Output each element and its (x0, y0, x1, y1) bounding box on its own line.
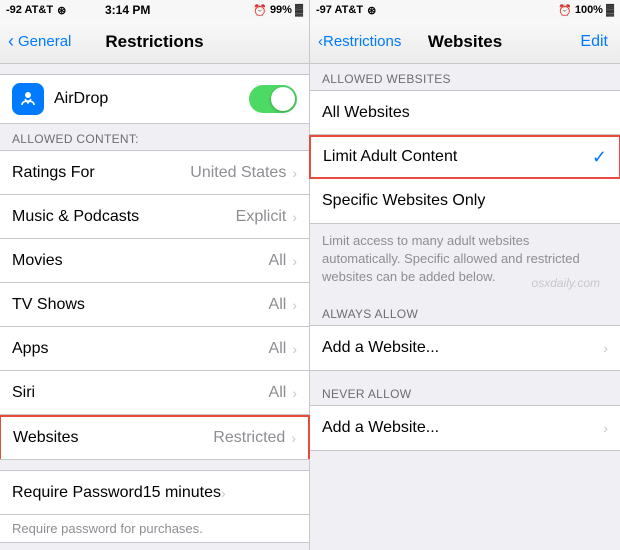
carrier-left: -92 AT&T (6, 4, 53, 16)
alarm-icon-right: ⏰ (558, 4, 572, 17)
apps-value: All (269, 340, 287, 358)
require-password-chevron: › (221, 485, 226, 501)
websites-value: Restricted (213, 429, 285, 447)
specific-websites-label: Specific Websites Only (322, 192, 608, 210)
time-left: 3:14 PM (105, 3, 150, 17)
tv-shows-row[interactable]: TV Shows All › (0, 283, 309, 327)
limit-adult-content-row[interactable]: Limit Adult Content ✓ (309, 135, 620, 179)
movies-chevron: › (292, 253, 297, 269)
allowed-content-header: ALLOWED CONTENT: (0, 124, 309, 150)
require-password-section: Require Password 15 minutes › Require pa… (0, 470, 309, 543)
content-settings-group: Ratings For United States › Music & Podc… (0, 150, 309, 460)
always-allow-group: Add a Website... › (310, 325, 620, 371)
music-podcasts-row[interactable]: Music & Podcasts Explicit › (0, 195, 309, 239)
never-allow-header: NEVER ALLOW (310, 379, 620, 405)
airdrop-row[interactable]: AirDrop (0, 74, 309, 124)
tv-shows-chevron: › (292, 297, 297, 313)
require-password-subtext: Require password for purchases. (0, 515, 309, 542)
right-status-left: ⏰ 99% ▓ (253, 4, 303, 17)
all-websites-row[interactable]: All Websites (310, 91, 620, 135)
right-panel: -97 AT&T ⊛ 11:39 AM ⏰ 100% ▓ ‹ Restricti… (310, 0, 620, 550)
edit-button[interactable]: Edit (580, 33, 608, 51)
apps-label: Apps (12, 340, 269, 358)
ratings-for-value: United States (190, 164, 286, 182)
back-button-left[interactable]: ‹ General (8, 31, 71, 52)
always-allow-add-label: Add a Website... (322, 339, 603, 357)
websites-label: Websites (13, 429, 213, 447)
website-options-group: All Websites Limit Adult Content ✓ Speci… (310, 90, 620, 224)
page-title-right: Websites (428, 32, 502, 52)
tv-shows-label: TV Shows (12, 296, 269, 314)
never-allow-chevron: › (603, 420, 608, 436)
siri-label: Siri (12, 384, 269, 402)
wifi-icon-right: ⊛ (367, 4, 376, 17)
never-allow-add-label: Add a Website... (322, 419, 603, 437)
music-podcasts-label: Music & Podcasts (12, 208, 236, 226)
require-password-label: Require Password (12, 484, 143, 502)
siri-row[interactable]: Siri All › (0, 371, 309, 415)
siri-chevron: › (292, 385, 297, 401)
battery-icon-right: ▓ (606, 4, 614, 16)
siri-value: All (269, 384, 287, 402)
toggle-thumb (271, 87, 295, 111)
movies-row[interactable]: Movies All › (0, 239, 309, 283)
airdrop-icon (12, 83, 44, 115)
limit-adult-checkmark: ✓ (592, 147, 607, 168)
carrier-right: -97 AT&T (316, 4, 363, 16)
apps-chevron: › (292, 341, 297, 357)
never-allow-add-row[interactable]: Add a Website... › (310, 406, 620, 450)
nav-bar-left: ‹ General Restrictions (0, 20, 309, 64)
all-websites-label: All Websites (322, 104, 608, 122)
alarm-icon-left: ⏰ (253, 4, 267, 17)
ratings-for-label: Ratings For (12, 164, 190, 182)
require-password-value: 15 minutes (143, 484, 221, 502)
websites-row[interactable]: Websites Restricted › (0, 415, 310, 459)
back-arrow-left: ‹ (8, 31, 14, 52)
airdrop-label: AirDrop (54, 90, 239, 108)
back-label-right: Restrictions (323, 33, 401, 50)
require-password-row[interactable]: Require Password 15 minutes › (0, 471, 309, 515)
allowed-websites-header: ALLOWED WEBSITES (310, 64, 620, 90)
back-label-left: General (18, 33, 71, 50)
left-panel: -92 AT&T ⊛ 3:14 PM ⏰ 99% ▓ ‹ General Res… (0, 0, 310, 550)
websites-chevron: › (291, 430, 296, 446)
page-title-left: Restrictions (105, 32, 203, 52)
battery-icon-left: ▓ (295, 4, 303, 16)
music-podcasts-value: Explicit (236, 208, 287, 226)
right-status-right: ⏰ 100% ▓ (558, 4, 614, 17)
always-allow-chevron: › (603, 340, 608, 356)
limit-adult-label: Limit Adult Content (323, 148, 592, 166)
status-bar-left: -92 AT&T ⊛ 3:14 PM ⏰ 99% ▓ (0, 0, 309, 20)
battery-right: 100% (575, 4, 603, 16)
specific-websites-row[interactable]: Specific Websites Only (310, 179, 620, 223)
apps-row[interactable]: Apps All › (0, 327, 309, 371)
carrier-signal-left: -92 AT&T ⊛ (6, 4, 66, 17)
carrier-signal-right: -97 AT&T ⊛ (316, 4, 376, 17)
ratings-for-chevron: › (292, 165, 297, 181)
back-button-right[interactable]: ‹ Restrictions (318, 33, 401, 50)
airdrop-toggle[interactable] (249, 85, 297, 113)
movies-label: Movies (12, 252, 269, 270)
ratings-for-row[interactable]: Ratings For United States › (0, 151, 309, 195)
status-bar-right: -97 AT&T ⊛ 11:39 AM ⏰ 100% ▓ (310, 0, 620, 20)
music-podcasts-chevron: › (292, 209, 297, 225)
tv-shows-value: All (269, 296, 287, 314)
always-allow-header: ALWAYS ALLOW (310, 299, 620, 325)
watermark: osxdaily.com (532, 276, 600, 290)
never-allow-group: Add a Website... › (310, 405, 620, 451)
wifi-icon-left: ⊛ (57, 4, 66, 17)
always-allow-add-row[interactable]: Add a Website... › (310, 326, 620, 370)
nav-bar-right: ‹ Restrictions Websites Edit (310, 20, 620, 64)
movies-value: All (269, 252, 287, 270)
battery-left: 99% (270, 4, 292, 16)
